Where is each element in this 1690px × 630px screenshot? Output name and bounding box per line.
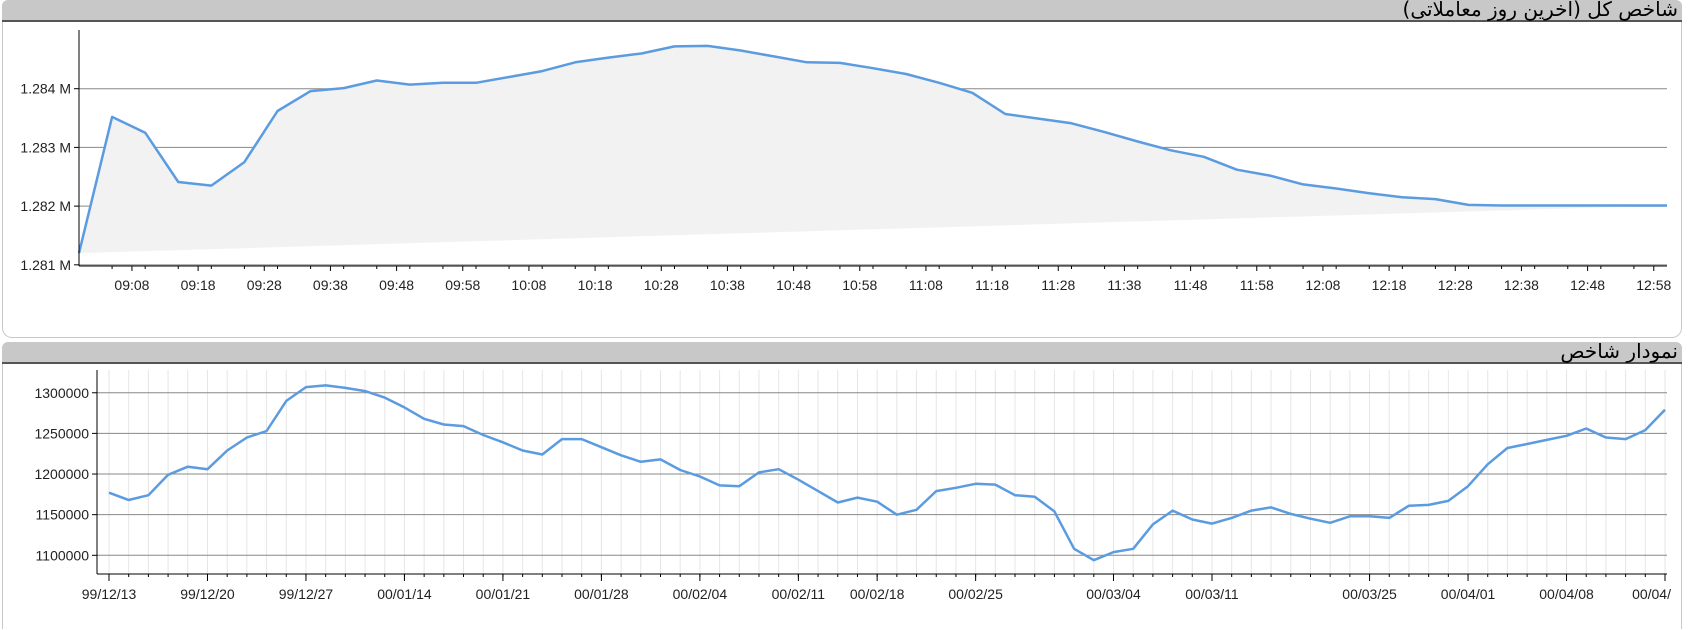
y-tick-label: 1.284 M (20, 81, 71, 97)
x-tick-label: 00/01/21 (476, 586, 531, 602)
x-tick-label: 00/03/11 (1185, 586, 1239, 602)
x-tick-label: 09:38 (313, 277, 348, 293)
x-tick-label: 00/02/11 (772, 586, 826, 602)
x-tick-label: 99/12/13 (82, 586, 137, 602)
x-tick-label: 10:38 (710, 277, 745, 293)
x-gridlines (108, 370, 1666, 574)
x-tick-label: 00/02/04 (673, 586, 728, 602)
x-tick-label: 00/04/01 (1441, 586, 1496, 602)
x-tick-label: 10:48 (776, 277, 811, 293)
y-gridlines (97, 392, 1667, 556)
x-tick-label: 00/03/25 (1342, 586, 1397, 602)
x-tick-label: 11:18 (975, 277, 1009, 293)
x-tick-label: 09:18 (181, 277, 216, 293)
x-tick-label: 99/12/27 (279, 586, 334, 602)
y-tick-label: 1100000 (36, 547, 90, 563)
area-fill (79, 45, 1667, 254)
x-tick-label: 10:28 (644, 277, 679, 293)
y-tick-label: 1.283 M (20, 139, 71, 155)
x-tick-label: 09:28 (247, 277, 282, 293)
x-tick-label: 00/01/28 (574, 586, 629, 602)
y-tick-label: 1.282 M (20, 198, 71, 214)
x-tick-label: 00/01/14 (377, 586, 432, 602)
panel-title: شاخص کل (آخرین روز معاملاتی) (1402, 0, 1678, 21)
y-tick-label: 1250000 (34, 425, 89, 441)
x-tick-label: 09:48 (379, 277, 414, 293)
x-tick-labels: 99/12/13 99/12/20 99/12/27 00/01/14 00/01/21… (82, 574, 1671, 602)
intraday-index-chart: 1.281 M1.282 M1.283 M1.284 M 09:08 09:18 0… (20, 30, 1671, 293)
y-tick-label: 1300000 (34, 385, 89, 401)
panel-header-index-last-day: شاخص کل (آخرین روز معاملاتی) (2, 0, 1682, 22)
x-tick-label: 00/04/08 (1539, 586, 1594, 602)
x-tick-label: 10:58 (842, 277, 877, 293)
x-tick-label: 11:48 (1174, 277, 1208, 293)
x-tick-label: 00/03/04 (1086, 586, 1141, 602)
y-tick-label: 1150000 (36, 507, 90, 523)
x-tick-label: 10:08 (511, 277, 546, 293)
x-tick-label: 00/02/25 (948, 586, 1003, 602)
x-tick-label: 00/02/18 (850, 586, 905, 602)
x-tick-label: 12:48 (1570, 277, 1605, 293)
index-history-chart: 1100000 1150000 1200000 1250000 1300000 99/1… (34, 370, 1671, 602)
x-tick-label: 99/12/20 (180, 586, 235, 602)
x-tick-label: 12:38 (1504, 277, 1539, 293)
y-tick-label: 1.281 M (20, 257, 71, 273)
panel-title: نمودار شاخص (1560, 339, 1678, 363)
x-tick-label: 00/04/ (1632, 586, 1671, 602)
y-tick-labels: 1100000 1150000 1200000 1250000 1300000 (34, 385, 97, 563)
x-tick-label: 11:28 (1041, 277, 1075, 293)
x-tick-label: 09:58 (445, 277, 480, 293)
x-tick-label: 10:18 (578, 277, 613, 293)
panel-body-index-chart: 1100000 1150000 1200000 1250000 1300000 99/1… (2, 364, 1682, 629)
panel-body-index-last-day: 1.281 M 1.282 M 1.283 M 1.284 M 09:08 09:18 0… (2, 22, 1682, 338)
y-tick-labels: 1.281 M 1.282 M 1.283 M 1.284 M (20, 81, 79, 273)
x-tick-label: 11:08 (909, 277, 943, 293)
x-tick-label: 12:28 (1438, 277, 1473, 293)
x-tick-label: 11:58 (1240, 277, 1274, 293)
series-line (108, 384, 1666, 562)
x-tick-label: 12:18 (1372, 277, 1407, 293)
x-tick-label: 12:58 (1636, 277, 1671, 293)
x-tick-label: 09:08 (114, 277, 149, 293)
y-tick-label: 1200000 (34, 466, 89, 482)
panel-header-index-chart: نمودار شاخص (2, 339, 1682, 364)
x-tick-label: 11:38 (1107, 277, 1141, 293)
x-tick-labels: 09:08 09:18 09:28 09:38 09:48 09:58 10:08 10:18… (111, 266, 1671, 293)
x-tick-label: 12:08 (1305, 277, 1340, 293)
